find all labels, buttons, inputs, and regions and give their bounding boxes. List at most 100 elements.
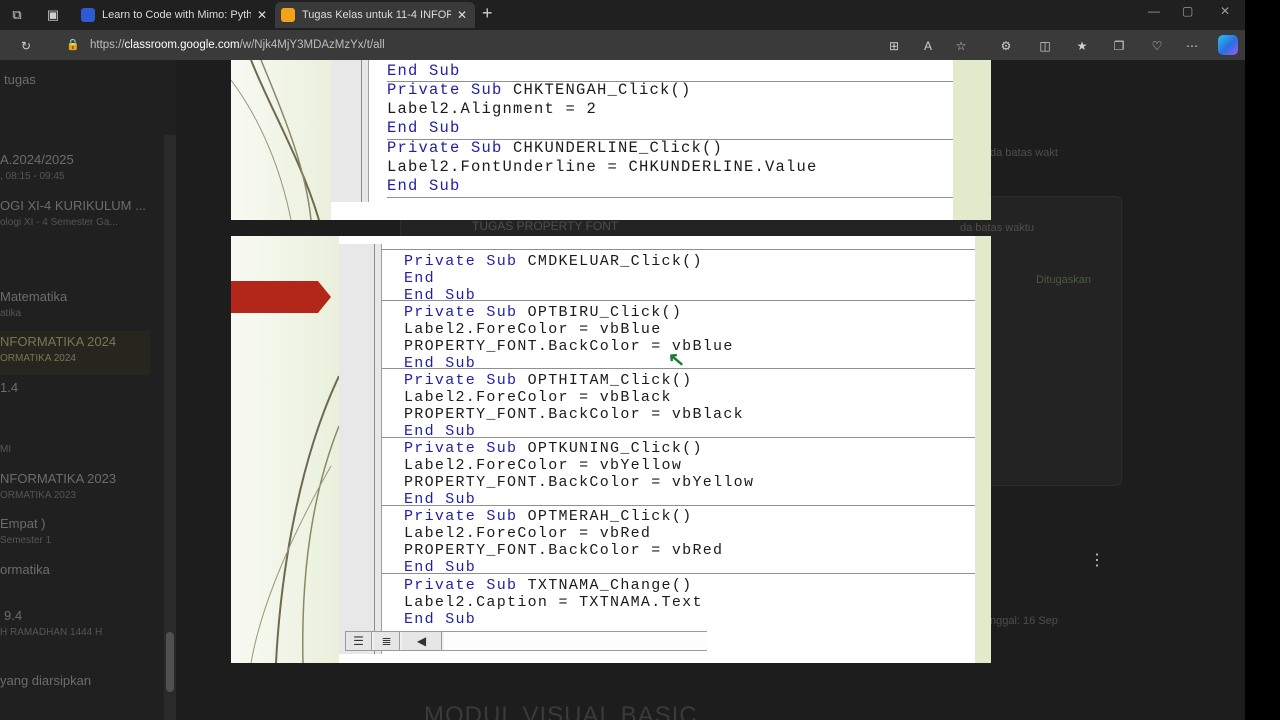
new-tab-button[interactable]: + bbox=[482, 3, 493, 24]
close-tab-icon[interactable]: ✕ bbox=[457, 2, 467, 28]
sidebar-item-class[interactable]: A.2024/2025 bbox=[0, 152, 74, 167]
sidebar-item-sub: H RAMADHAN 1444 H bbox=[0, 627, 103, 638]
full-module-view-icon[interactable]: ≣ bbox=[374, 632, 400, 650]
code-line: End Sub bbox=[404, 559, 477, 576]
extensions-icon[interactable]: ⚙ bbox=[998, 38, 1014, 54]
split-screen-icon[interactable]: ◫ bbox=[1037, 38, 1053, 54]
code-line: PROPERTY_FONT.BackColor = vbYellow bbox=[404, 474, 755, 491]
code-line: Label2.FontUnderline = CHKUNDERLINE.Valu… bbox=[387, 158, 818, 176]
code-line: Label2.ForeColor = vbRed bbox=[404, 525, 652, 542]
sidebar-scrollbar[interactable] bbox=[164, 135, 176, 720]
code-view-scrollbar[interactable]: ☰ ≣ ◀ bbox=[345, 631, 708, 651]
lock-icon[interactable]: 🔒 bbox=[66, 33, 80, 57]
code-line: Label2.ForeColor = vbBlack bbox=[404, 389, 672, 406]
no-deadline-text: da batas waktu bbox=[960, 222, 1034, 234]
code-line: Private Sub CMDKELUAR_Click() bbox=[404, 253, 703, 270]
tab-title: Learn to Code with Mimo: Pythor bbox=[102, 9, 251, 21]
browser-essentials-icon[interactable]: ♡ bbox=[1149, 38, 1165, 54]
red-arrow-shape bbox=[231, 281, 331, 313]
status-assigned: Ditugaskan bbox=[1036, 274, 1092, 286]
read-aloud-icon[interactable]: A bbox=[920, 38, 936, 54]
minimize-icon[interactable]: — bbox=[1148, 4, 1160, 18]
sidebar-item-class[interactable]: Matematika bbox=[0, 289, 67, 304]
app-available-icon[interactable]: ⊞ bbox=[886, 38, 902, 54]
url-path: /w/Njk4MjY3MDAzMzYx/t/all bbox=[239, 39, 385, 51]
code-line: Private Sub OPTKUNING_Click() bbox=[404, 440, 703, 457]
sidebar-item-class[interactable]: 1.4 bbox=[0, 380, 18, 395]
scrollbar-track[interactable] bbox=[444, 632, 708, 650]
right-border bbox=[1245, 0, 1280, 720]
code-gutter bbox=[339, 244, 382, 654]
classroom-favicon-icon bbox=[281, 8, 295, 22]
code-line: End Sub bbox=[404, 355, 477, 372]
sidebar-item-class[interactable]: OGI XI-4 KURIKULUM ... bbox=[0, 198, 146, 213]
sidebar-item-archived[interactable]: yang diarsipkan bbox=[0, 673, 91, 688]
scroll-left-icon[interactable]: ◀ bbox=[402, 632, 442, 650]
tab-bar: ⧉ ▣ Learn to Code with Mimo: Pythor ✕ Tu… bbox=[0, 0, 1245, 30]
code-line: End Sub bbox=[404, 491, 477, 508]
code-listing-bottom: Private Sub CMDKELUAR_Click() End End Su… bbox=[382, 248, 975, 628]
sidebar-item-sub: ORMATIKA 2024 bbox=[0, 353, 76, 364]
sidebar-item-sub: ologi XI - 4 Semester Ga... bbox=[0, 217, 118, 228]
mimo-favicon-icon bbox=[81, 8, 95, 22]
sidebar-item-class[interactable]: MI bbox=[0, 444, 11, 455]
tab-classroom[interactable]: Tugas Kelas untuk 11-4 INFORMA ✕ bbox=[275, 2, 475, 28]
code-line: End Sub bbox=[387, 119, 461, 137]
sidebar-item-tugas[interactable]: tugas bbox=[4, 72, 36, 87]
procedure-view-icon[interactable]: ☰ bbox=[346, 632, 372, 650]
maximize-icon[interactable]: ▢ bbox=[1182, 4, 1193, 18]
code-line: End bbox=[404, 270, 435, 287]
tab-title: Tugas Kelas untuk 11-4 INFORMA bbox=[302, 9, 451, 21]
code-line: Private Sub OPTMERAH_Click() bbox=[404, 508, 693, 525]
sidebar-item-sub: , 08:15 - 09:45 bbox=[0, 171, 65, 182]
code-line: End Sub bbox=[387, 177, 461, 195]
code-window-top: End Sub Private Sub CHKTENGAH_Click() La… bbox=[331, 60, 953, 220]
code-line: Label2.ForeColor = vbYellow bbox=[404, 457, 683, 474]
code-line: PROPERTY_FONT.BackColor = vbBlack bbox=[404, 406, 744, 423]
code-line: Private Sub CHKTENGAH_Click() bbox=[387, 81, 692, 99]
url-host: classroom.google.com bbox=[124, 39, 240, 51]
slide-green-right bbox=[975, 236, 991, 663]
workspaces-icon[interactable]: ⧉ bbox=[8, 6, 26, 24]
material-heading: MODUL VISUAL BASIC bbox=[424, 702, 698, 720]
sidebar-item-class-selected[interactable]: NFORMATIKA 2024 bbox=[0, 334, 116, 349]
sidebar-item-sub: atika bbox=[0, 308, 22, 319]
tab-mimo[interactable]: Learn to Code with Mimo: Pythor ✕ bbox=[75, 2, 275, 28]
collections-icon[interactable]: ❐ bbox=[1111, 38, 1127, 54]
code-line: End Sub bbox=[387, 62, 461, 80]
more-options-icon[interactable]: ⋮ bbox=[1089, 550, 1105, 570]
slide-top: End Sub Private Sub CHKTENGAH_Click() La… bbox=[231, 60, 991, 220]
code-listing-top: End Sub Private Sub CHKTENGAH_Click() La… bbox=[387, 62, 953, 202]
code-line: Label2.Caption = TXTNAMA.Text bbox=[404, 594, 703, 611]
close-tab-icon[interactable]: ✕ bbox=[257, 2, 267, 28]
code-line: End Sub bbox=[404, 287, 477, 304]
favorites-icon[interactable]: ★ bbox=[1074, 38, 1090, 54]
assignment-title[interactable]: TUGAS PROPERTY FONT bbox=[472, 219, 618, 233]
favorite-star-icon[interactable]: ☆ bbox=[953, 38, 969, 54]
procedure-separator bbox=[387, 197, 953, 198]
sidebar-item-sub: Semester 1 bbox=[0, 535, 52, 546]
sidebar-item-class[interactable]: Empat ) bbox=[0, 516, 46, 531]
sidebar-item-class[interactable]: ormatika bbox=[0, 562, 50, 577]
refresh-icon[interactable]: ↻ bbox=[18, 38, 34, 54]
slide-green-right bbox=[953, 60, 991, 220]
tab-actions-icon[interactable]: ▣ bbox=[44, 6, 62, 24]
post-date: nggal: 16 Sep bbox=[990, 615, 1058, 627]
more-menu-icon[interactable]: ⋯ bbox=[1184, 38, 1200, 54]
code-line: Label2.ForeColor = vbBlue bbox=[404, 321, 662, 338]
classroom-sidebar: tugas A.2024/2025 , 08:15 - 09:45 OGI XI… bbox=[0, 60, 176, 720]
scrollbar-thumb[interactable] bbox=[166, 632, 174, 692]
code-line: Private Sub OPTHITAM_Click() bbox=[404, 372, 693, 389]
code-line: Private Sub OPTBIRU_Click() bbox=[404, 304, 683, 321]
sidebar-item-class[interactable]: 9.4 bbox=[4, 608, 22, 623]
url-prefix: https:// bbox=[90, 39, 125, 51]
close-window-icon[interactable]: ✕ bbox=[1220, 4, 1230, 18]
mouse-cursor-icon: ↖ bbox=[667, 348, 686, 372]
code-line: End Sub bbox=[404, 611, 477, 628]
copilot-icon[interactable] bbox=[1218, 35, 1238, 55]
sidebar-item-sub: ORMATIKA 2023 bbox=[0, 490, 76, 501]
url-field[interactable]: 🔒 https://classroom.google.com/w/Njk4MjY… bbox=[54, 33, 774, 57]
code-line: Label2.Alignment = 2 bbox=[387, 100, 598, 118]
no-deadline-text: da batas wakt bbox=[990, 147, 1058, 159]
sidebar-item-class[interactable]: NFORMATIKA 2023 bbox=[0, 471, 116, 486]
